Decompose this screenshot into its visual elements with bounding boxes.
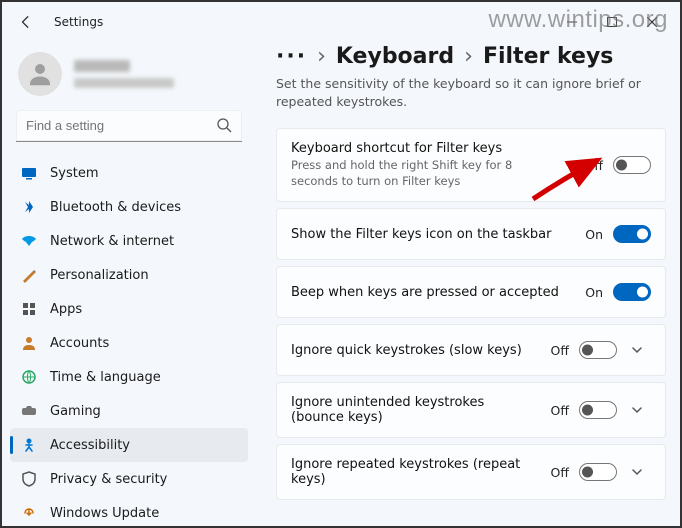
maximize-button[interactable] [592, 8, 632, 36]
sidebar-item-label: Accounts [50, 336, 109, 351]
accessibility-icon [20, 436, 38, 454]
toggle-state-label: Off [551, 343, 569, 358]
back-button[interactable] [10, 6, 42, 38]
toggle-switch[interactable] [579, 341, 617, 359]
window-title: Settings [54, 15, 103, 29]
titlebar: Settings [2, 2, 680, 42]
setting-subtitle: Press and hold the right Shift key for 8… [291, 158, 551, 189]
sidebar-item-accounts[interactable]: Accounts [10, 326, 248, 360]
page-description: Set the sensitivity of the keyboard so i… [276, 75, 646, 110]
setting-row: Keyboard shortcut for Filter keys Press a… [276, 128, 666, 202]
sidebar-item-label: Time & language [50, 370, 161, 385]
sidebar-item-network-internet[interactable]: Network & internet [10, 224, 248, 258]
toggle-state-label: Off [585, 158, 603, 173]
setting-title: Keyboard shortcut for Filter keys [291, 141, 575, 156]
expand-chevron-icon[interactable] [623, 404, 651, 416]
toggle-state-label: Off [551, 403, 569, 418]
minimize-button[interactable] [552, 8, 592, 36]
sidebar-item-windows-update[interactable]: Windows Update [10, 496, 248, 526]
shield-icon [20, 470, 38, 488]
toggle-switch[interactable] [579, 401, 617, 419]
search-input[interactable] [16, 110, 242, 142]
avatar [18, 52, 62, 96]
setting-row: Ignore repeated keystrokes (repeat keys)… [276, 444, 666, 500]
setting-title: Ignore repeated keystrokes (repeat keys) [291, 457, 541, 487]
breadcrumb-overflow[interactable]: ··· [276, 44, 307, 69]
sidebar-item-apps[interactable]: Apps [10, 292, 248, 326]
sidebar-item-label: System [50, 166, 98, 181]
user-account-row[interactable] [10, 46, 248, 110]
sidebar-item-bluetooth-devices[interactable]: Bluetooth & devices [10, 190, 248, 224]
sidebar-item-label: Apps [50, 302, 82, 317]
sidebar-item-label: Bluetooth & devices [50, 200, 181, 215]
toggle-switch[interactable] [613, 225, 651, 243]
setting-title: Beep when keys are pressed or accepted [291, 285, 575, 300]
sidebar-item-label: Accessibility [50, 438, 130, 453]
breadcrumb-current: Filter keys [483, 44, 613, 69]
sidebar: System Bluetooth & devices Network & inter… [2, 42, 256, 526]
search-icon [216, 117, 232, 133]
toggle-switch[interactable] [613, 156, 651, 174]
sidebar-item-time-language[interactable]: Time & language [10, 360, 248, 394]
toggle-switch[interactable] [579, 463, 617, 481]
gaming-icon [20, 402, 38, 420]
toggle-state-label: Off [551, 465, 569, 480]
breadcrumb: ··· › Keyboard › Filter keys [276, 44, 666, 69]
setting-title: Show the Filter keys icon on the taskbar [291, 227, 575, 242]
chevron-right-icon: › [317, 44, 326, 69]
sidebar-item-personalization[interactable]: Personalization [10, 258, 248, 292]
sidebar-item-privacy-security[interactable]: Privacy & security [10, 462, 248, 496]
breadcrumb-parent[interactable]: Keyboard [336, 44, 454, 69]
user-email-blurred [74, 78, 174, 88]
globe-icon [20, 368, 38, 386]
sidebar-item-label: Personalization [50, 268, 149, 283]
toggle-state-label: On [585, 285, 603, 300]
accounts-icon [20, 334, 38, 352]
bluetooth-icon [20, 198, 38, 216]
setting-row: Beep when keys are pressed or accepted On [276, 266, 666, 318]
main-panel: ··· › Keyboard › Filter keys Set the sen… [256, 42, 680, 526]
sidebar-item-accessibility[interactable]: Accessibility [10, 428, 248, 462]
chevron-right-icon: › [464, 44, 473, 69]
wifi-icon [20, 232, 38, 250]
sidebar-item-gaming[interactable]: Gaming [10, 394, 248, 428]
setting-row: Show the Filter keys icon on the taskbar… [276, 208, 666, 260]
setting-row: Ignore unintended keystrokes (bounce key… [276, 382, 666, 438]
setting-title: Ignore unintended keystrokes (bounce key… [291, 395, 541, 425]
close-button[interactable] [632, 8, 672, 36]
system-icon [20, 164, 38, 182]
user-name-blurred [74, 60, 130, 72]
toggle-switch[interactable] [613, 283, 651, 301]
sidebar-item-label: Windows Update [50, 506, 159, 521]
sidebar-item-system[interactable]: System [10, 156, 248, 190]
expand-chevron-icon[interactable] [623, 344, 651, 356]
sidebar-item-label: Gaming [50, 404, 101, 419]
setting-row: Ignore quick keystrokes (slow keys) Off [276, 324, 666, 376]
sidebar-item-label: Network & internet [50, 234, 174, 249]
personalization-icon [20, 266, 38, 284]
apps-icon [20, 300, 38, 318]
update-icon [20, 504, 38, 522]
toggle-state-label: On [585, 227, 603, 242]
sidebar-item-label: Privacy & security [50, 472, 167, 487]
setting-title: Ignore quick keystrokes (slow keys) [291, 343, 541, 358]
expand-chevron-icon[interactable] [623, 466, 651, 478]
